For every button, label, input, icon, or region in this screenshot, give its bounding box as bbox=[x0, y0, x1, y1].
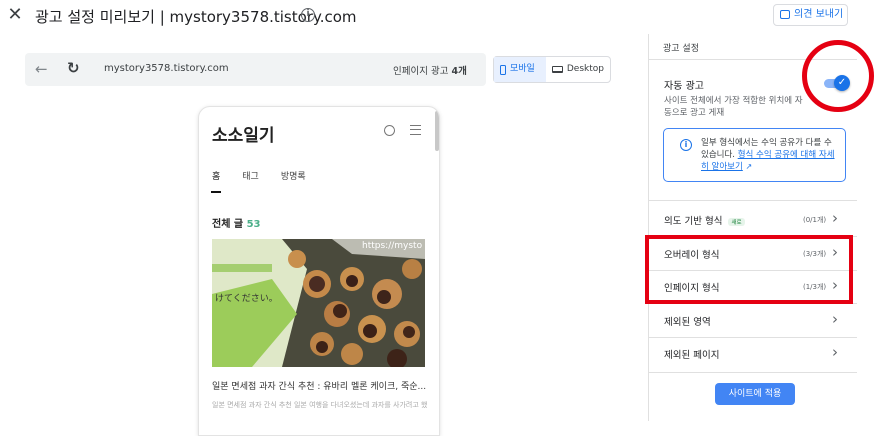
svg-text:https://mysto: https://mysto bbox=[362, 241, 423, 251]
total-posts: 전체 글 53 bbox=[212, 215, 261, 230]
row-label: 의도 기반 형식 새로 bbox=[664, 213, 745, 227]
total-posts-label: 전체 글 bbox=[212, 219, 244, 230]
active-tab-indicator bbox=[211, 191, 221, 193]
auto-ads-description: 사이트 전체에서 가장 적합한 위치에 자동으로 광고 게재 bbox=[664, 96, 803, 118]
divider bbox=[649, 372, 857, 373]
annotation-circle bbox=[802, 40, 874, 112]
inpage-ad-count: 인페이지 광고 4개 bbox=[393, 63, 467, 77]
revenue-share-notice: i 일부 형식에서는 수익 공유가 다를 수 있습니다. 형식 수익 공유에 대… bbox=[663, 128, 846, 182]
info-icon: i bbox=[680, 139, 692, 151]
panel-header: 광고 설정 bbox=[663, 44, 699, 54]
desktop-button[interactable]: Desktop bbox=[546, 57, 610, 82]
preview-area: ← ↻ mystory3578.tistory.com 인페이지 광고 4개 모… bbox=[0, 34, 648, 436]
scrollbar[interactable] bbox=[435, 111, 439, 151]
mobile-button[interactable]: 모바일 bbox=[494, 57, 546, 82]
post-snippet: 일본 면세점 과자 간식 추천 일본 여행을 다녀오셨는데 과자를 사가려고 했… bbox=[212, 401, 427, 409]
mobile-preview-frame: 소소일기 홈 태그 방명록 전체 글 53 けてください。 https://my… bbox=[198, 106, 440, 436]
close-icon[interactable]: ✕ bbox=[6, 6, 24, 24]
row-intent-formats[interactable]: 의도 기반 형식 새로 (0/1개) › bbox=[649, 203, 857, 236]
phone-icon bbox=[500, 64, 506, 75]
total-posts-count: 53 bbox=[246, 219, 261, 230]
feedback-icon bbox=[780, 10, 790, 19]
tab-guestbook[interactable]: 방명록 bbox=[281, 169, 306, 182]
menu-icon[interactable] bbox=[410, 125, 421, 135]
row-label-text: 의도 기반 형식 bbox=[664, 216, 723, 227]
chevron-right-icon: › bbox=[832, 310, 838, 328]
blog-title: 소소일기 bbox=[212, 126, 275, 146]
post-title[interactable]: 일본 면세점 과자 간식 추천 : 유바리 멜론 케이크, 죽순... bbox=[212, 379, 427, 392]
top-bar: ✕ 광고 설정 미리보기 | mystory3578.tistory.com i… bbox=[0, 0, 888, 34]
mobile-label: 모바일 bbox=[510, 64, 535, 74]
notice-text: 일부 형식에서는 수익 공유가 다를 수 있습니다. 형식 수익 공유에 대해 … bbox=[701, 137, 841, 173]
info-icon[interactable]: i bbox=[301, 8, 315, 22]
search-icon[interactable] bbox=[384, 125, 395, 136]
desktop-label: Desktop bbox=[566, 64, 604, 74]
row-label: 제외된 페이지 bbox=[664, 350, 720, 361]
row-excluded-pages[interactable]: 제외된 페이지 › bbox=[649, 337, 857, 370]
url-bar: ← ↻ mystory3578.tistory.com 인페이지 광고 4개 bbox=[25, 53, 486, 86]
inpage-ad-label: 인페이지 광고 bbox=[393, 66, 449, 77]
chevron-right-icon: › bbox=[832, 209, 838, 227]
svg-text:けてください。: けてください。 bbox=[215, 293, 278, 304]
tab-tags[interactable]: 태그 bbox=[242, 169, 259, 182]
row-excluded-areas[interactable]: 제외된 영역 › bbox=[649, 304, 857, 337]
preview-url: mystory3578.tistory.com bbox=[104, 63, 229, 74]
inpage-ad-number: 4개 bbox=[451, 66, 467, 77]
row-count: (0/1개) bbox=[803, 216, 827, 224]
blog-tabs: 홈 태그 방명록 bbox=[212, 169, 306, 182]
device-toggle: 모바일 Desktop bbox=[493, 56, 611, 83]
apply-to-site-button[interactable]: 사이트에 적용 bbox=[715, 383, 795, 405]
chevron-right-icon: › bbox=[832, 343, 838, 361]
feedback-label: 의견 보내기 bbox=[794, 9, 844, 20]
laptop-icon bbox=[551, 66, 563, 73]
back-arrow-icon[interactable]: ← bbox=[35, 61, 48, 77]
auto-ads-label: 자동 광고 bbox=[664, 81, 704, 92]
reload-icon[interactable]: ↻ bbox=[67, 60, 80, 76]
external-link-icon: ↗ bbox=[745, 162, 753, 171]
annotation-rectangle bbox=[645, 235, 853, 304]
row-label: 제외된 영역 bbox=[664, 317, 711, 328]
tab-home[interactable]: 홈 bbox=[212, 169, 220, 182]
divider bbox=[649, 200, 857, 201]
feedback-button[interactable]: 의견 보내기 bbox=[773, 4, 848, 26]
post-thumbnail[interactable]: けてください。 https://mysto bbox=[212, 239, 425, 367]
snack-photo: けてください。 https://mysto bbox=[212, 239, 425, 367]
new-badge: 새로 bbox=[728, 217, 745, 226]
